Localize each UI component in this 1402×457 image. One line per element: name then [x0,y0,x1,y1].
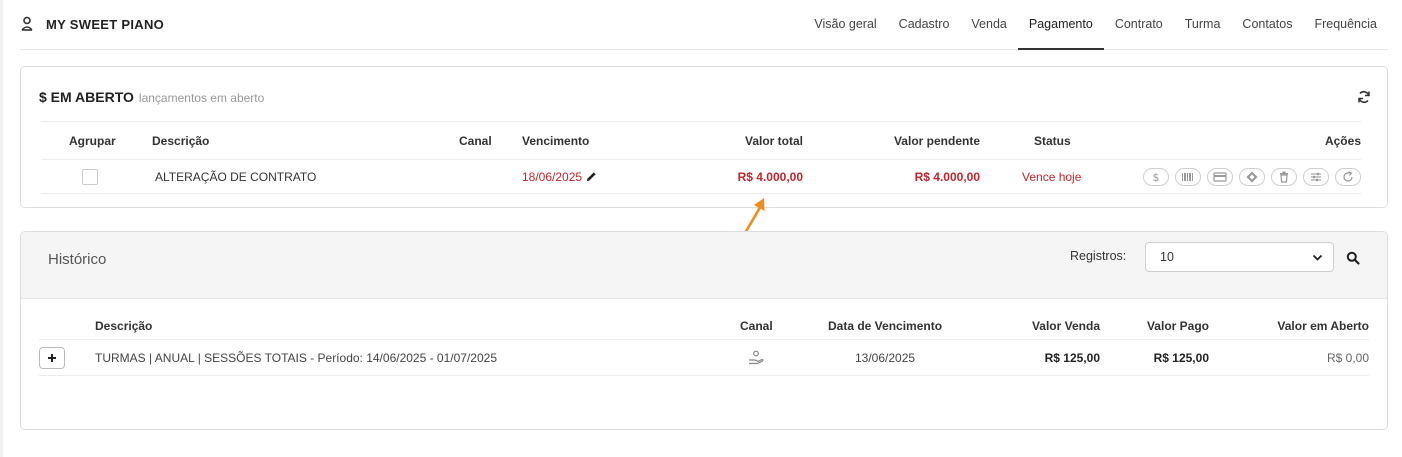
pix-icon [1246,171,1258,182]
col-valor-pago: Valor Pago [1146,318,1209,333]
page-title: MY SWEET PIANO [46,16,165,32]
top-bar: MY SWEET PIANO Visão geral Cadastro Vend… [20,0,1388,50]
due-date: 18/06/2025 [522,169,583,184]
status-badge: Vence hoje [1022,169,1082,184]
channel-cell [747,340,765,375]
pencil-icon[interactable] [586,171,597,182]
valor-pendente: R$ 4.000,00 [914,169,980,184]
left-border [0,0,3,457]
plus-icon [48,353,56,362]
table-row: TURMAS | ANUAL | SESSÕES TOTAIS - Períod… [39,340,1369,376]
group-checkbox[interactable] [82,168,98,185]
valor-total: R$ 4.000,00 [737,169,803,184]
svg-text:$: $ [1153,171,1160,183]
row-valor-venda: R$ 125,00 [1044,350,1100,365]
open-entries-subtitle: lançamentos em aberto [138,91,265,105]
tab-frequencia[interactable]: Frequência [1303,0,1388,50]
row-valor-em-aberto: R$ 0,00 [1326,350,1369,365]
adjust-button[interactable] [1303,167,1329,186]
col-data-vencimento: Data de Vencimento [828,318,943,333]
row-valor-pago: R$ 125,00 [1153,350,1209,365]
col-valor-venda: Valor Venda [1031,318,1100,333]
group-checkbox-cell [82,160,98,193]
row-description: TURMAS | ANUAL | SESSÕES TOTAIS - Períod… [95,350,497,365]
redo-icon [1343,170,1353,182]
tab-pagamento[interactable]: Pagamento [1017,0,1104,50]
col-canal: Canal [740,318,773,333]
delete-button[interactable] [1271,167,1297,186]
tab-cadastro[interactable]: Cadastro [888,0,961,50]
sliders-icon [1311,172,1321,181]
col-descricao: Descrição [152,133,210,148]
hand-coin-icon [749,350,764,364]
records-select[interactable]: 10 [1145,242,1334,272]
history-card: Histórico Registros: 10 Descrição Canal … [20,231,1388,430]
history-header: Histórico Registros: 10 [21,232,1387,299]
table-header: Descrição Canal Data de Vencimento Valor… [39,312,1369,340]
col-valor-total: Valor total [744,133,803,148]
tab-contrato[interactable]: Contrato [1104,0,1174,50]
open-entries-header: $ EM ABERTO lançamentos em aberto [39,89,264,105]
col-acoes: Ações [1324,133,1361,148]
col-descricao: Descrição [95,318,153,333]
dollar-icon: $ [1153,171,1160,183]
open-entries-title: $ EM ABERTO [39,89,134,105]
col-status: Status [1034,133,1071,148]
due-cell: 18/06/2025 [522,160,597,193]
tab-turma[interactable]: Turma [1174,0,1232,50]
tab-contatos[interactable]: Contatos [1231,0,1303,50]
refresh-icon[interactable] [1357,90,1371,104]
pay-button[interactable]: $ [1143,167,1169,186]
card-icon [1213,171,1227,182]
trash-icon [1280,171,1288,183]
col-vencimento: Vencimento [522,133,590,148]
records-select-value: 10 [1160,250,1174,264]
chevron-down-icon [1312,254,1323,261]
brand: MY SWEET PIANO [20,16,164,32]
expand-cell [39,340,65,375]
col-canal: Canal [459,133,492,148]
tab-venda[interactable]: Venda [960,0,1017,50]
col-valor-em-aberto: Valor em Aberto [1277,318,1369,333]
person-icon [21,16,33,31]
col-agrupar: Agrupar [69,133,116,148]
col-valor-pendente: Valor pendente [893,133,980,148]
redo-button[interactable] [1335,167,1361,186]
expand-button[interactable] [39,346,65,369]
tab-bar: Visão geral Cadastro Venda Pagamento Con… [803,0,1388,50]
table-header: Agrupar Descrição Canal Vencimento Valor… [41,121,1361,160]
pix-button[interactable] [1239,167,1265,186]
history-title: Histórico [48,251,107,268]
row-description: ALTERAÇÃO DE CONTRATO [155,169,317,184]
tab-visao-geral[interactable]: Visão geral [803,0,887,50]
records-label: Registros: [1070,249,1127,263]
boleto-button[interactable] [1175,167,1201,186]
row-due-date: 13/06/2025 [855,350,916,365]
card-button[interactable] [1207,167,1233,186]
search-icon[interactable] [1346,251,1360,265]
barcode-icon [1182,172,1193,181]
open-entries-card: $ EM ABERTO lançamentos em aberto Agrupa… [20,66,1388,208]
row-actions: $ [1143,160,1361,193]
table-row: ALTERAÇÃO DE CONTRATO 18/06/2025 R$ 4.00… [41,160,1361,194]
